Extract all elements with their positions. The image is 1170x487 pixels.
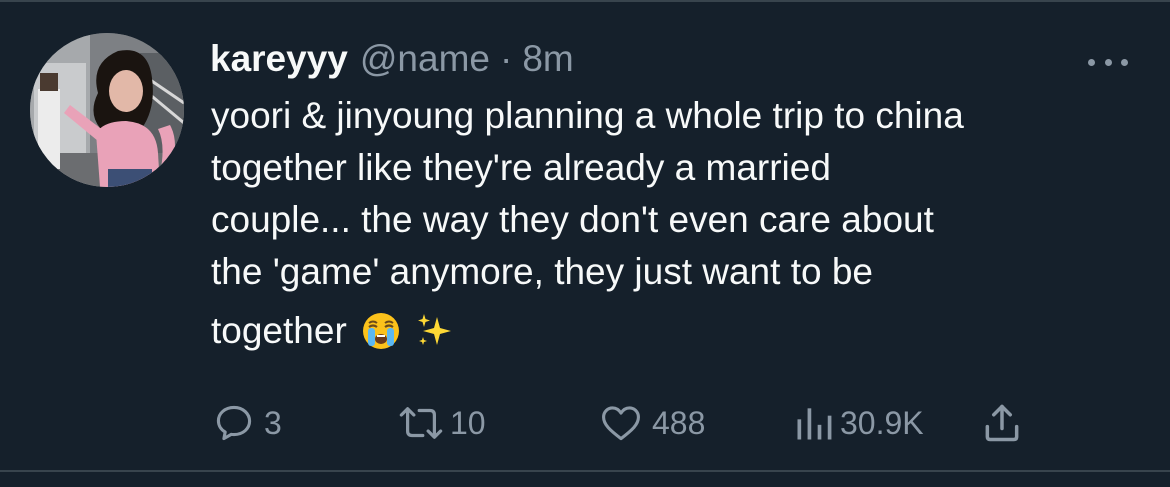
tweet-text-last-line: together [211, 305, 455, 357]
tweet-actions-bar: 3 10 488 30.9K [0, 398, 1170, 448]
timestamp[interactable]: 8m [522, 38, 573, 80]
avatar[interactable] [30, 33, 184, 187]
speech-bubble-icon [216, 405, 252, 441]
share-button[interactable] [980, 398, 1024, 448]
display-name[interactable]: kareyyy [210, 38, 348, 80]
tweet-text-line: together like they're already a married [211, 147, 831, 188]
tweet-text-line: couple... the way they don't even care a… [211, 199, 934, 240]
bar-chart-icon [797, 408, 832, 440]
tweet-text: yoori & jinyoung planning a whole trip t… [211, 90, 1141, 298]
tweet-text-line: together [211, 310, 347, 351]
loudly-crying-face-icon [361, 311, 401, 351]
more-dots-icon[interactable] [1088, 56, 1128, 68]
avatar-photo [30, 33, 184, 187]
tweet-text-line: yoori & jinyoung planning a whole trip t… [211, 95, 964, 136]
retweet-count: 10 [450, 404, 486, 441]
bottom-divider [0, 470, 1170, 472]
tweet-text-line: the 'game' anymore, they just want to be [211, 251, 873, 292]
user-handle[interactable]: @name [360, 38, 490, 80]
separator-dot: · [500, 38, 513, 79]
heart-icon [602, 406, 640, 441]
like-button[interactable]: 488 [598, 398, 705, 448]
top-divider [0, 0, 1170, 2]
like-count: 488 [652, 404, 706, 441]
views-button[interactable]: 30.9K [792, 398, 924, 448]
reply-button[interactable]: 3 [212, 398, 282, 448]
reply-count: 3 [264, 404, 282, 441]
sparkles-icon [415, 311, 455, 351]
share-upload-icon [985, 404, 1019, 442]
views-count: 30.9K [840, 404, 924, 441]
tweet-header: kareyyy @name · 8m [210, 38, 574, 82]
retweet-arrows-icon [399, 407, 443, 439]
retweet-button[interactable]: 10 [396, 398, 486, 448]
